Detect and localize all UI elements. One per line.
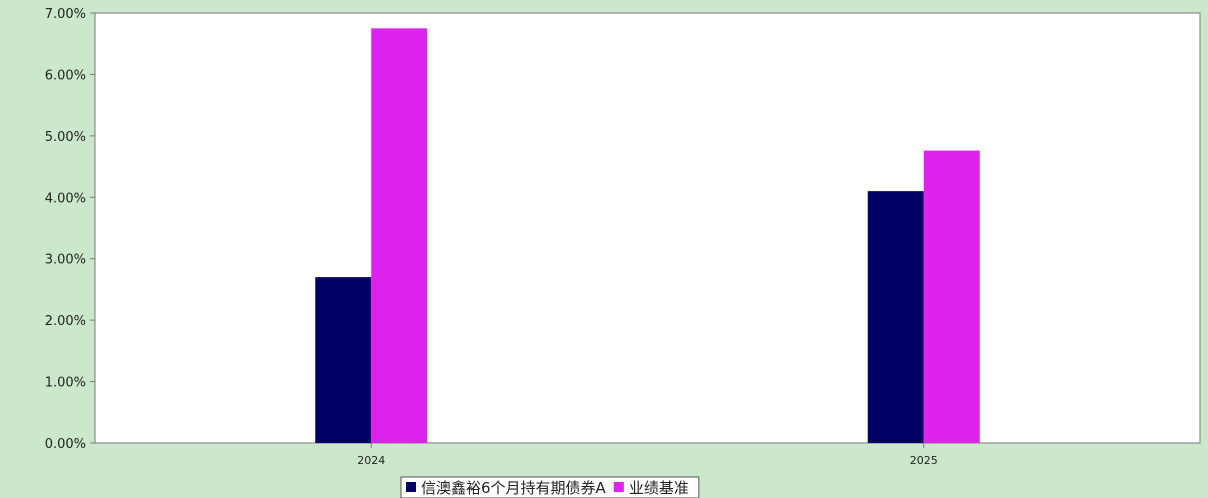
- legend-swatch-series-1: [613, 482, 624, 492]
- y-tick-label: 4.00%: [45, 191, 86, 206]
- bar-2024-series-1: [371, 28, 428, 443]
- x-tick-label: 2025: [910, 454, 938, 467]
- y-tick-label: 7.00%: [45, 7, 86, 22]
- x-tick-label: 2024: [357, 454, 385, 467]
- chart-root: 0.00% 1.00% 2.00% 3.00% 4.00% 5.00% 6.00% 7.00%…: [0, 0, 1208, 498]
- legend-label-series-0: 信澳鑫裕6个月持有期债券A: [421, 479, 607, 497]
- y-tick-label: 6.00%: [45, 68, 86, 83]
- y-tick-label: 1.00%: [45, 376, 86, 391]
- y-tick-label: 0.00%: [45, 437, 86, 452]
- plot-area: [94, 12, 1201, 444]
- bar-2025-series-0: [867, 191, 924, 443]
- legend-swatch-series-0: [406, 482, 416, 492]
- y-tick-label: 2.00%: [45, 314, 86, 329]
- y-tick-label: 3.00%: [45, 253, 86, 268]
- y-tick-label: 5.00%: [45, 130, 86, 145]
- legend-label-series-1: 业绩基准: [629, 479, 689, 497]
- bar-2024-series-0: [315, 277, 372, 443]
- bar-2025-series-1: [923, 150, 980, 443]
- bar-chart: 0.00% 1.00% 2.00% 3.00% 4.00% 5.00% 6.00% 7.00%…: [45, 7, 1201, 498]
